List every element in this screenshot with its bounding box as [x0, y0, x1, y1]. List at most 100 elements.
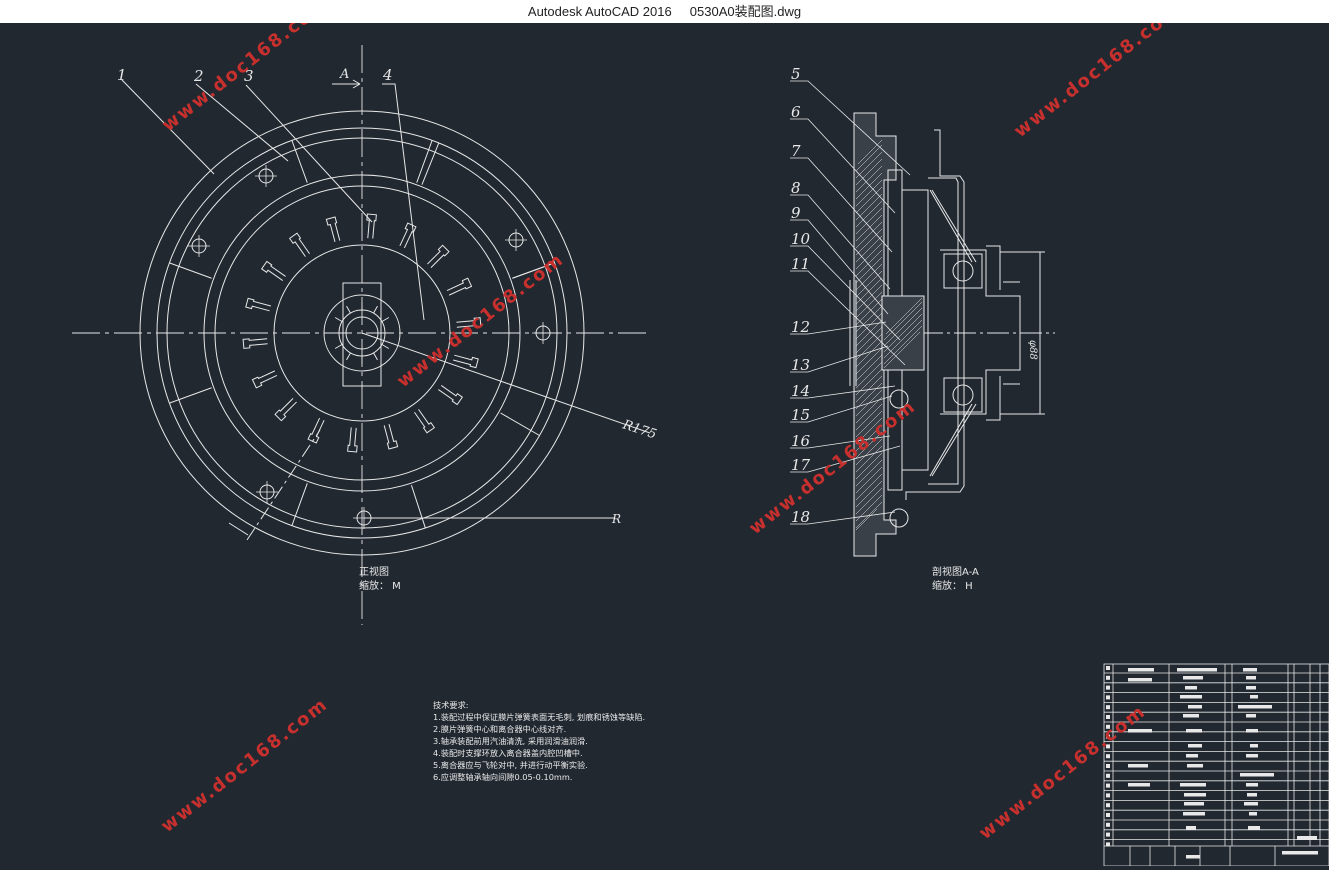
bom-cell-text [1183, 676, 1203, 680]
part-label-5: 5 [791, 65, 801, 83]
finger [325, 216, 342, 244]
finger [289, 232, 312, 259]
release-sleeve [940, 249, 1021, 415]
finger [364, 213, 377, 240]
bom-index [1106, 803, 1110, 808]
note-5: 5.离合器应与飞轮对中, 并进行动平衡实验. [433, 760, 588, 770]
bom-cell-text [1128, 783, 1150, 787]
part-label-15: 15 [791, 406, 810, 424]
spline-tooth [373, 352, 378, 361]
bom-cell-text [1297, 836, 1317, 840]
bom-index [1106, 783, 1110, 788]
bom-cell-text [1250, 695, 1258, 699]
front-caption-scale: 缩放： M [359, 579, 401, 592]
bom-cell-text [1128, 764, 1148, 768]
part-label-12: 12 [791, 318, 810, 336]
bom-cell-text [1188, 705, 1202, 709]
segment-line [421, 142, 440, 185]
leader-3 [245, 84, 373, 223]
bom-cell-text [1246, 729, 1258, 733]
part-label-8: 8 [791, 179, 801, 197]
section-view[interactable] [790, 80, 1055, 557]
bom-cell-text [1183, 714, 1199, 718]
finger [307, 416, 327, 444]
part-label-9: 9 [791, 204, 801, 222]
spline-tooth [346, 305, 351, 314]
bearing-ball-bottom [952, 384, 974, 406]
bom-cell-text [1282, 851, 1318, 855]
part-label-2: 2 [193, 67, 204, 85]
finger [445, 277, 473, 297]
bom-cell-text [1186, 826, 1196, 830]
watermark: www.doc168.com [1010, 23, 1185, 142]
front-view-labels: 1 2 3 4 A R175 R 正视图 缩放： M [117, 66, 658, 592]
bom-index [1106, 695, 1110, 700]
bom-cell-text [1246, 714, 1256, 718]
bom-cell-text [1250, 744, 1258, 748]
section-caption-scale: 缩放： H [932, 579, 973, 592]
bom-cell-text [1180, 783, 1206, 787]
bom-cell-text [1246, 783, 1258, 787]
title-block[interactable] [1103, 663, 1329, 867]
part-label-7: 7 [791, 142, 801, 160]
bom-cell-text [1246, 754, 1258, 758]
part-label-11: 11 [791, 255, 810, 273]
dimension-r: R [611, 512, 621, 526]
part-label-17: 17 [791, 456, 811, 474]
technical-notes: 技术要求: 1.装配过程中保证膜片弹簧表面无毛刺, 划痕和锈蚀等缺陷. 2.膜片… [433, 700, 645, 782]
bom-index [1106, 764, 1110, 768]
watermark: www.doc168.com [393, 249, 568, 392]
bom-index [1106, 705, 1110, 710]
front-caption-title: 正视图 [359, 565, 389, 578]
notes-heading: 技术要求: [433, 700, 469, 710]
bom-cell-text [1186, 855, 1200, 859]
dimension-phi: φ88 [1027, 340, 1038, 360]
bom-cell-text [1186, 729, 1202, 733]
segment-line [500, 412, 540, 436]
finger [382, 422, 399, 450]
part-label-14: 14 [791, 382, 810, 400]
spline-tooth [381, 317, 390, 322]
bom-cell-text [1187, 764, 1203, 768]
finger [242, 336, 269, 349]
app-title: Autodesk AutoCAD 2016 [527, 4, 672, 19]
bom-index [1106, 832, 1110, 837]
finger [412, 407, 435, 434]
section-caption-title: 剖视图A-A [932, 565, 979, 578]
bom-cell-text [1244, 802, 1258, 806]
finger [425, 244, 450, 270]
watermark: www.doc168.com [975, 701, 1150, 844]
bom-index [1106, 666, 1110, 670]
bom-cell-text [1238, 705, 1272, 709]
bom-index [1106, 842, 1110, 847]
note-1: 1.装配过程中保证膜片弹簧表面无毛刺, 划痕和锈蚀等缺陷. [433, 712, 645, 722]
watermarks: www.doc168.com www.doc168.com www.doc168… [157, 0, 1185, 844]
finger [274, 396, 299, 422]
note-6: 6.应调整轴承轴向间隙0.05-0.10mm. [433, 772, 572, 782]
section-cut-line [246, 429, 321, 541]
bom-cell-text [1243, 668, 1257, 672]
drawing-svg[interactable]: 1 2 3 4 A R175 R 正视图 缩放： M φ88 剖视图A-A 缩放… [0, 0, 1329, 867]
clutch-cover-inner [928, 177, 959, 485]
drawing-canvas[interactable]: 1 2 3 4 A R175 R 正视图 缩放： M φ88 剖视图A-A 缩放… [0, 0, 1329, 867]
bom-cell-text [1240, 773, 1274, 777]
bom-cell-text [1247, 793, 1257, 797]
file-title: 0530A0装配图.dwg [689, 4, 802, 19]
bom-cell-text [1128, 678, 1152, 682]
bolt-section [889, 508, 909, 528]
watermark: www.doc168.com [157, 694, 332, 837]
bom-cell-text [1185, 686, 1197, 690]
section-label-a: A [339, 67, 349, 82]
bom-cell-text [1246, 676, 1256, 680]
bearing-bottom [943, 377, 983, 413]
bom-index [1106, 813, 1110, 817]
note-3: 3.轴承装配前用汽油清洗, 采用润滑油润滑. [433, 736, 588, 746]
bom-cell-text [1186, 754, 1198, 758]
front-view[interactable] [72, 45, 651, 625]
bom-cell-text [1184, 793, 1206, 797]
bom-index [1106, 793, 1110, 798]
leader-4 [382, 83, 425, 321]
part-label-13: 13 [791, 356, 810, 374]
bom-index [1106, 675, 1110, 680]
spline-tooth [346, 352, 351, 361]
